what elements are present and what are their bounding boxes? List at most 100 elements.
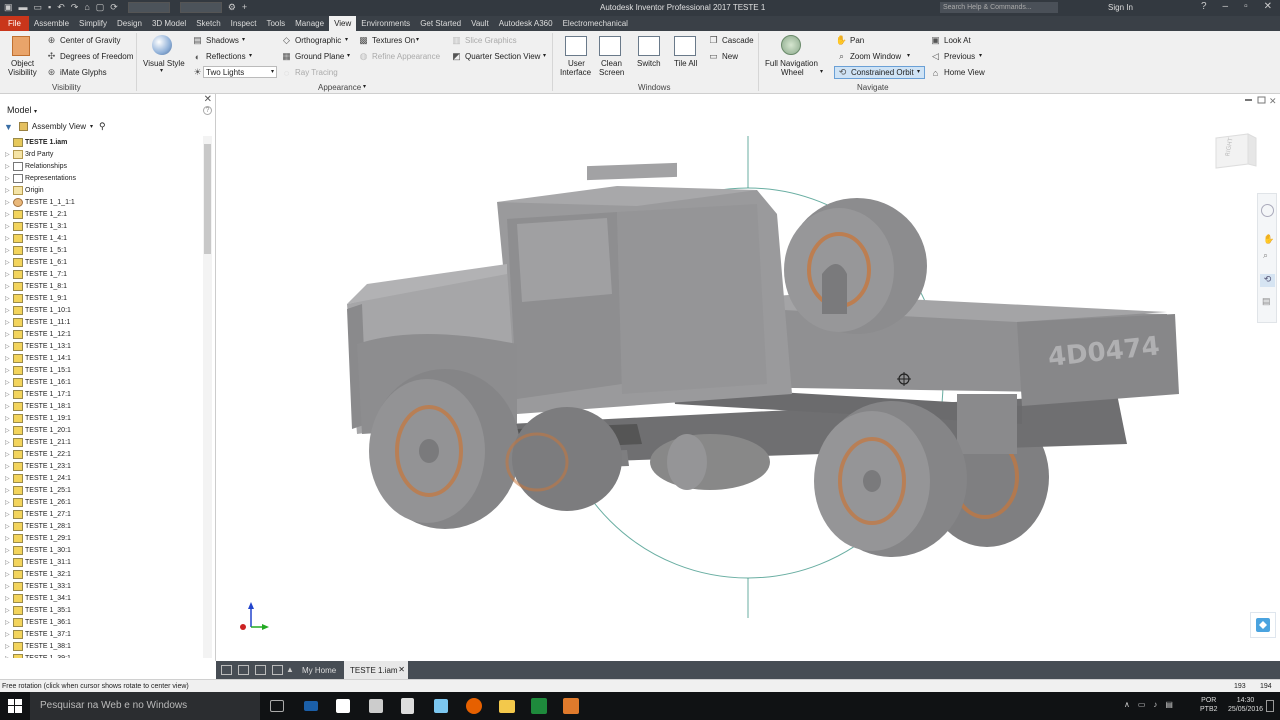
- user-interface-icon[interactable]: [565, 36, 587, 56]
- tree-item[interactable]: ▷ TESTE 1_38:1: [0, 640, 202, 652]
- expand-icon[interactable]: ▷: [5, 331, 11, 338]
- expand-icon[interactable]: ▷: [5, 211, 11, 218]
- visual-style-button[interactable]: Visual Style: [143, 59, 185, 68]
- viewport-window-controls[interactable]: ✕: [1245, 96, 1277, 107]
- expand-icon[interactable]: ▷: [5, 163, 11, 170]
- tab-list-icon[interactable]: ▲: [286, 665, 294, 674]
- close-icon[interactable]: ✕: [204, 94, 212, 105]
- clean-screen-label-2[interactable]: Screen: [599, 68, 624, 77]
- tree-item[interactable]: ▷ TESTE 1_29:1: [0, 532, 202, 544]
- expand-icon[interactable]: ▷: [5, 379, 11, 386]
- onedrive-icon[interactable]: [304, 701, 318, 711]
- expand-icon[interactable]: ▷: [5, 247, 11, 254]
- expand-icon[interactable]: ▷: [5, 535, 11, 542]
- measure-icon[interactable]: ⚙: [228, 2, 236, 13]
- tree-item[interactable]: ▷ TESTE 1_12:1: [0, 328, 202, 340]
- autodesk-360-icon[interactable]: [1250, 612, 1276, 638]
- tile-all-button[interactable]: Tile All: [674, 59, 697, 68]
- tree-item[interactable]: ▷ TESTE 1_18:1: [0, 400, 202, 412]
- textures-dropdown-icon[interactable]: ▾: [416, 36, 419, 43]
- expand-icon[interactable]: ▷: [5, 391, 11, 398]
- look-at-icon[interactable]: ▤: [1262, 296, 1271, 307]
- scrollbar-thumb[interactable]: [204, 144, 211, 254]
- tray-expand-icon[interactable]: ∧: [1124, 700, 1130, 709]
- zoom-icon[interactable]: ⌕: [1263, 250, 1268, 261]
- zoom-window-dropdown-icon[interactable]: ▾: [907, 52, 910, 59]
- tab-vault[interactable]: Vault: [466, 16, 494, 31]
- tree-item[interactable]: ▷ TESTE 1_15:1: [0, 364, 202, 376]
- tree-item[interactable]: ▷ TESTE 1_35:1: [0, 604, 202, 616]
- tab-autodesk-a360[interactable]: Autodesk A360: [494, 16, 558, 31]
- tab-assemble[interactable]: Assemble: [29, 16, 74, 31]
- full-navigation-wheel-label-1[interactable]: Full Navigation: [765, 59, 818, 68]
- tab-3d-model[interactable]: 3D Model: [147, 16, 191, 31]
- tree-item[interactable]: ▷ TESTE 1_17:1: [0, 388, 202, 400]
- browser-title[interactable]: Model ▾: [7, 105, 37, 115]
- switch-button[interactable]: Switch: [637, 59, 661, 68]
- lighting-style-select[interactable]: Two Lights ▾: [203, 66, 277, 78]
- calculator-icon[interactable]: [401, 698, 414, 714]
- expand-icon[interactable]: ▷: [5, 571, 11, 578]
- orthographic-button[interactable]: Orthographic: [295, 36, 341, 45]
- expand-icon[interactable]: ▷: [5, 595, 11, 602]
- filter-icon[interactable]: ▼: [4, 122, 13, 132]
- app-icon[interactable]: [369, 699, 383, 713]
- tree-item[interactable]: ▷ Origin: [0, 184, 202, 196]
- tree-item[interactable]: ▷ TESTE 1_20:1: [0, 424, 202, 436]
- visual-style-dropdown-icon[interactable]: ▾: [160, 67, 163, 74]
- expand-icon[interactable]: ▷: [5, 475, 11, 482]
- expand-icon[interactable]: ▷: [5, 655, 11, 659]
- expand-icon[interactable]: ▷: [5, 439, 11, 446]
- tile-vertical-icon[interactable]: [272, 665, 283, 675]
- expand-icon[interactable]: ▷: [5, 187, 11, 194]
- tree-item[interactable]: ▷ TESTE 1_8:1: [0, 280, 202, 292]
- tab-simplify[interactable]: Simplify: [74, 16, 112, 31]
- tree-item[interactable]: ▷ TESTE 1_7:1: [0, 268, 202, 280]
- expand-icon[interactable]: ▷: [5, 643, 11, 650]
- save-icon[interactable]: ▪: [48, 2, 51, 13]
- expand-icon[interactable]: ▷: [5, 343, 11, 350]
- expand-icon[interactable]: ▷: [5, 307, 11, 314]
- tree-item[interactable]: ▷ TESTE 1_2:1: [0, 208, 202, 220]
- shadows-dropdown-icon[interactable]: ▾: [242, 36, 245, 43]
- tab-sketch[interactable]: Sketch: [191, 16, 225, 31]
- object-visibility-label-1[interactable]: Object: [11, 59, 34, 68]
- previous-view-button[interactable]: Previous: [944, 52, 975, 61]
- textures-on-button[interactable]: Textures On: [372, 36, 415, 45]
- tree-item[interactable]: ▷ TESTE 1_1_1:1: [0, 196, 202, 208]
- quarter-section-dropdown-icon[interactable]: ▾: [543, 52, 546, 59]
- tab-manage[interactable]: Manage: [290, 16, 329, 31]
- tree-item[interactable]: ▷ Relationships: [0, 160, 202, 172]
- taskbar-search-input[interactable]: Pesquisar na Web e no Windows: [30, 692, 260, 720]
- close-icon[interactable]: ✕: [1264, 1, 1272, 12]
- object-visibility-label-2[interactable]: Visibility: [8, 68, 37, 77]
- tile-horizontal-icon[interactable]: [255, 665, 266, 675]
- expand-icon[interactable]: ▷: [5, 235, 11, 242]
- app-menu-icon[interactable]: ▣: [4, 2, 13, 13]
- tree-item[interactable]: ▷ TESTE 1_25:1: [0, 484, 202, 496]
- help-search-input[interactable]: Search Help & Commands...: [940, 2, 1058, 13]
- close-icon[interactable]: ✕: [398, 665, 405, 674]
- expand-icon[interactable]: ▷: [5, 583, 11, 590]
- tree-item[interactable]: ▷ TESTE 1_27:1: [0, 508, 202, 520]
- tree-item[interactable]: ▷ TESTE 1_6:1: [0, 256, 202, 268]
- update-icon[interactable]: ⟳: [110, 2, 118, 13]
- clean-screen-icon[interactable]: [599, 36, 621, 56]
- tab-tools[interactable]: Tools: [261, 16, 290, 31]
- windows-start-icon[interactable]: [8, 699, 22, 713]
- expand-icon[interactable]: ▷: [5, 451, 11, 458]
- tree-item[interactable]: ▷ TESTE 1_31:1: [0, 556, 202, 568]
- expand-icon[interactable]: ▷: [5, 619, 11, 626]
- tree-item[interactable]: ▷ Representations: [0, 172, 202, 184]
- expand-icon[interactable]: ▷: [5, 367, 11, 374]
- task-view-icon[interactable]: [270, 700, 284, 712]
- volume-icon[interactable]: ♪: [1153, 700, 1157, 709]
- tree-item[interactable]: ▷ 3rd Party: [0, 148, 202, 160]
- network-icon[interactable]: ▭: [1138, 700, 1146, 709]
- expand-icon[interactable]: ▷: [5, 523, 11, 530]
- tree-item[interactable]: ▷ TESTE 1_39:1: [0, 652, 202, 658]
- message-icon[interactable]: ▤: [1165, 700, 1173, 709]
- expand-icon[interactable]: ▷: [5, 295, 11, 302]
- shadows-button[interactable]: Shadows: [206, 36, 239, 45]
- file-explorer-icon[interactable]: [499, 700, 515, 713]
